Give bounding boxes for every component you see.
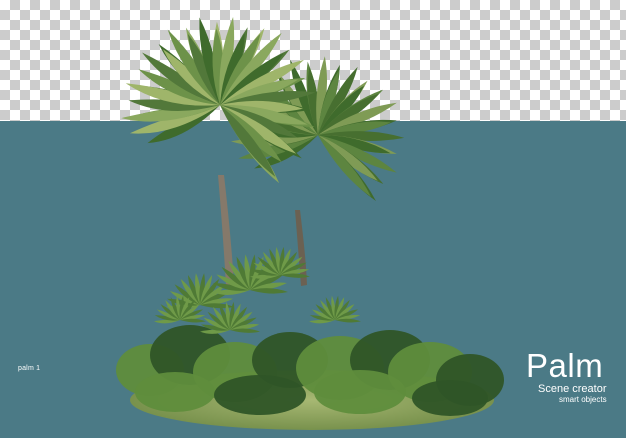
shrub [412, 380, 488, 416]
title-text: Palm [526, 347, 604, 384]
fan-palm [309, 295, 361, 324]
shrub [135, 372, 215, 412]
shrub [314, 370, 406, 414]
image-canvas: palm 1 Palm Scene creator smart objects [0, 0, 626, 438]
fan-palm-cluster [154, 246, 361, 334]
subtitle-text: Scene creator [538, 383, 607, 395]
tagline-text: smart objects [559, 395, 607, 404]
shrub [214, 375, 306, 415]
layer-label: palm 1 [18, 365, 41, 372]
